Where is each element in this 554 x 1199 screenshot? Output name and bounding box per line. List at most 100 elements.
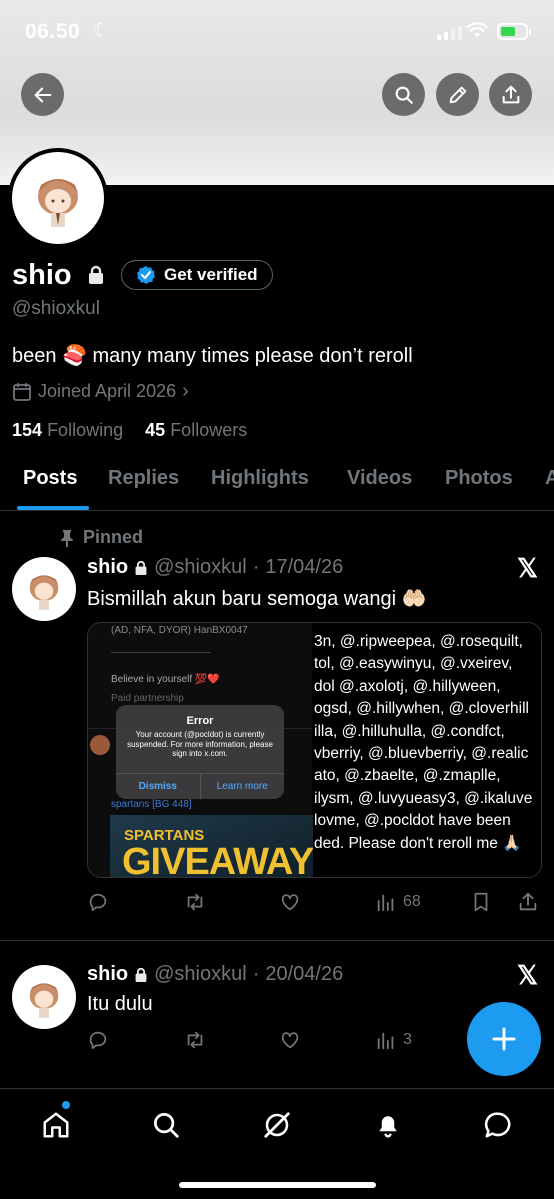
nav-notifications[interactable]	[368, 1105, 408, 1145]
back-button[interactable]	[21, 73, 64, 116]
bell-icon	[379, 1116, 397, 1138]
x-logo-icon: 𝕏	[517, 960, 538, 990]
post-date: 17/04/26	[265, 556, 344, 578]
tab-replies[interactable]: Replies	[108, 467, 179, 490]
reply-icon	[89, 893, 107, 912]
tab-highlights[interactable]: Highlights	[211, 467, 309, 490]
cellular-signal-icon	[437, 26, 462, 40]
anime-avatar-illustration	[38, 179, 78, 227]
learn-more-button: Learn more	[216, 781, 268, 792]
post-actions: 68	[87, 891, 542, 917]
focus-moon-icon: ☾	[93, 20, 110, 40]
following-count: 154	[12, 420, 43, 440]
grok-icon	[264, 1112, 290, 1138]
views-button[interactable]: 68	[375, 891, 421, 913]
nav-home[interactable]	[36, 1105, 76, 1145]
profile-bio: been 🍣 many many times please don’t rero…	[12, 345, 413, 367]
nav-explore[interactable]	[146, 1105, 186, 1145]
media-line: tol, @.easywinyu, @.vxeirev,	[314, 655, 513, 673]
post-text: Itu dulu	[87, 993, 153, 1015]
tab-articles[interactable]: A	[545, 467, 554, 490]
reply-button[interactable]	[87, 891, 109, 913]
lock-icon	[89, 265, 103, 284]
lock-icon	[135, 560, 147, 575]
calendar-icon	[13, 382, 31, 401]
status-bar: 06.50 ☾	[0, 0, 554, 66]
repost-icon	[187, 1031, 203, 1049]
following-label: Following	[47, 420, 124, 440]
repost-icon	[187, 893, 203, 911]
media-screenshot-right: 3n, @.ripweepea, @.rosequilt, tol, @.eas…	[312, 623, 541, 877]
verified-badge-icon	[137, 266, 155, 284]
nav-messages[interactable]	[478, 1105, 518, 1145]
heart-icon	[281, 894, 299, 911]
joined-label: Joined April 2026	[38, 381, 177, 401]
bookmark-button[interactable]	[470, 891, 492, 913]
message-bubble-icon	[484, 1112, 511, 1138]
post-avatar[interactable]	[12, 557, 76, 621]
profile-name: shio	[12, 259, 72, 291]
post-media[interactable]: (AD, NFA, DYOR) HanBX0047 —————————— Bel…	[87, 622, 542, 878]
following-link[interactable]: 154 Following	[12, 420, 123, 440]
reply-icon	[89, 1031, 107, 1050]
post-author-handle: @shioxkul	[154, 963, 247, 985]
share-post-button[interactable]	[517, 891, 539, 913]
media-paid-text: Paid partnership	[111, 693, 184, 704]
tab-videos[interactable]: Videos	[347, 467, 412, 490]
repost-button[interactable]	[183, 1029, 207, 1051]
post-author-name[interactable]: shio	[87, 556, 128, 579]
media-line: 3n, @.ripweepea, @.rosequilt,	[314, 633, 523, 650]
home-indicator	[179, 1182, 376, 1188]
chevron-right-icon: ›	[182, 380, 189, 402]
post-divider	[0, 940, 554, 941]
followers-label: Followers	[170, 420, 248, 440]
pencil-icon	[449, 86, 466, 103]
media-line: ilysm, @.luvyueasy3, @.ikaluve	[314, 789, 533, 807]
media-avatar	[90, 735, 110, 755]
like-button[interactable]	[278, 1029, 302, 1051]
media-line: ato, @.zbaelte, @.zmaplle,	[314, 767, 501, 785]
giveaway-image: SPARTANS GIVEAWAYS	[110, 815, 313, 877]
followers-link[interactable]: 45 Followers	[145, 420, 247, 440]
status-time: 06.50	[25, 20, 81, 43]
nav-grok[interactable]	[257, 1105, 297, 1145]
like-button[interactable]	[278, 891, 302, 913]
joined-date[interactable]: Joined April 2026 ›	[12, 380, 189, 403]
search-button[interactable]	[382, 73, 425, 116]
post-avatar[interactable]	[12, 965, 76, 1029]
bookmark-icon	[474, 892, 488, 912]
pinned-text: Pinned	[83, 527, 144, 547]
post-text: Bismillah akun baru semoga wangi 🤲🏻	[87, 588, 427, 610]
error-message: Your account (@pocldot) is currently sus…	[127, 730, 273, 758]
anime-avatar-illustration	[29, 983, 59, 1018]
repost-button[interactable]	[183, 891, 207, 913]
compose-post-button[interactable]	[467, 1002, 541, 1076]
profile-avatar[interactable]	[8, 148, 108, 248]
view-count: 3	[403, 1031, 412, 1048]
tab-photos[interactable]: Photos	[445, 467, 513, 490]
active-tab-indicator	[17, 506, 89, 510]
edit-button[interactable]	[436, 73, 479, 116]
lock-icon	[135, 967, 147, 982]
pinned-label: Pinned	[59, 527, 143, 548]
post-author-name[interactable]: shio	[87, 963, 128, 986]
profile-handle: @shioxkul	[12, 298, 100, 319]
x-logo-icon: 𝕏	[517, 553, 538, 583]
search-icon	[395, 86, 413, 104]
arrow-left-icon	[34, 87, 51, 102]
tab-posts[interactable]: Posts	[23, 467, 77, 490]
share-button[interactable]	[489, 73, 532, 116]
home-notification-dot	[62, 1101, 70, 1109]
reply-button[interactable]	[87, 1029, 109, 1051]
media-line: illa, @.hilluhulla, @.condfct,	[314, 722, 505, 740]
views-chart-icon	[377, 1032, 394, 1050]
profile-tabs: Posts Replies Highlights Videos Photos A	[0, 455, 554, 511]
media-line: lovme, @.pocldot have been	[314, 812, 511, 830]
battery-icon	[497, 23, 531, 40]
get-verified-button[interactable]: Get verified	[121, 260, 273, 290]
views-button[interactable]: 3	[375, 1029, 412, 1051]
heart-icon	[281, 1032, 299, 1049]
share-icon	[519, 892, 537, 911]
media-line: dol @.axolotj, @.hillyween,	[314, 677, 501, 695]
search-icon	[154, 1113, 179, 1138]
